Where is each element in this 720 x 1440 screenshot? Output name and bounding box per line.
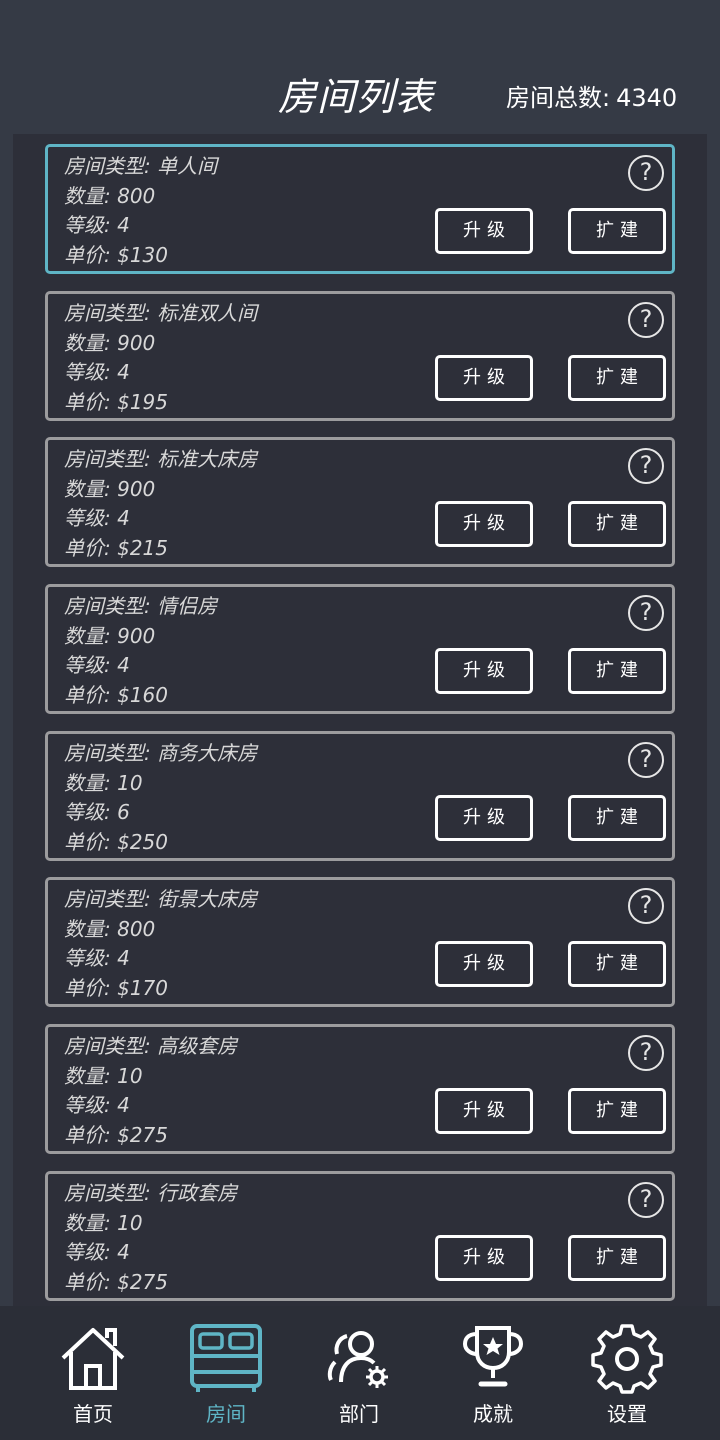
nav-label: 成就 (473, 1402, 513, 1426)
room-price: 单价: $160 (64, 682, 168, 707)
room-info: 房间类型: 街景大床房 数量: 800 等级: 4 单价: $170 (64, 885, 257, 1003)
room-type: 房间类型: 标准双人间 (64, 301, 258, 325)
room-count: 数量: 10 (64, 1063, 143, 1088)
room-card[interactable]: 房间类型: 标准大床房 数量: 900 等级: 4 单价: $215 ? 升级 … (45, 437, 675, 567)
room-info: 房间类型: 情侣房 数量: 900 等级: 4 单价: $160 (64, 592, 217, 710)
room-card[interactable]: 房间类型: 单人间 数量: 800 等级: 4 单价: $130 ? 升级 扩建 (45, 144, 675, 274)
upgrade-button[interactable]: 升级 (435, 648, 533, 694)
room-info: 房间类型: 单人间 数量: 800 等级: 4 单价: $130 (64, 152, 217, 270)
help-icon[interactable]: ? (628, 1182, 664, 1218)
room-count: 数量: 900 (64, 476, 156, 501)
expand-button[interactable]: 扩建 (568, 501, 666, 547)
help-icon[interactable]: ? (628, 448, 664, 484)
room-card[interactable]: 房间类型: 标准双人间 数量: 900 等级: 4 单价: $195 ? 升级 … (45, 291, 675, 421)
expand-button[interactable]: 扩建 (568, 208, 666, 254)
upgrade-button[interactable]: 升级 (435, 208, 533, 254)
room-info: 房间类型: 高级套房 数量: 10 等级: 4 单价: $275 (64, 1032, 237, 1150)
room-card[interactable]: 房间类型: 情侣房 数量: 900 等级: 4 单价: $160 ? 升级 扩建 (45, 584, 675, 714)
room-level: 等级: 4 (64, 506, 130, 530)
room-type: 房间类型: 单人间 (64, 154, 218, 178)
expand-button[interactable]: 扩建 (568, 1235, 666, 1281)
home-icon (61, 1328, 125, 1390)
help-icon[interactable]: ? (628, 155, 664, 191)
room-count: 数量: 10 (64, 770, 143, 795)
room-level: 等级: 4 (64, 213, 130, 237)
nav-item-departments[interactable]: 部门 (299, 1306, 419, 1440)
help-icon[interactable]: ? (628, 888, 664, 924)
room-level: 等级: 4 (64, 360, 130, 384)
expand-button[interactable]: 扩建 (568, 648, 666, 694)
gear-icon (591, 1324, 663, 1394)
room-price: 单价: $275 (64, 1122, 168, 1147)
room-total: 房间总数: 4340 (506, 78, 677, 113)
help-icon[interactable]: ? (628, 1035, 664, 1071)
room-type: 房间类型: 行政套房 (64, 1181, 238, 1205)
room-total-label: 房间总数: (506, 84, 611, 112)
room-level: 等级: 6 (64, 800, 130, 824)
trophy-icon (462, 1326, 524, 1387)
room-total-value: 4340 (616, 84, 678, 112)
nav-item-rooms[interactable]: 房间 (166, 1306, 286, 1440)
help-icon[interactable]: ? (628, 595, 664, 631)
upgrade-button[interactable]: 升级 (435, 941, 533, 987)
nav-item-home[interactable]: 首页 (33, 1306, 153, 1440)
room-info: 房间类型: 行政套房 数量: 10 等级: 4 单价: $275 (64, 1179, 237, 1297)
upgrade-button[interactable]: 升级 (435, 1235, 533, 1281)
room-level: 等级: 4 (64, 1240, 130, 1264)
room-type: 房间类型: 标准大床房 (64, 447, 258, 471)
bottom-nav: 首页 房间 部门 成就 设置 (0, 1306, 720, 1440)
room-price: 单价: $275 (64, 1269, 168, 1294)
room-count: 数量: 900 (64, 330, 156, 355)
room-card[interactable]: 房间类型: 行政套房 数量: 10 等级: 4 单价: $275 ? 升级 扩建 (45, 1171, 675, 1301)
room-info: 房间类型: 标准双人间 数量: 900 等级: 4 单价: $195 (64, 299, 257, 417)
nav-item-settings[interactable]: 设置 (567, 1306, 687, 1440)
expand-button[interactable]: 扩建 (568, 941, 666, 987)
expand-button[interactable]: 扩建 (568, 1088, 666, 1134)
bed-icon (190, 1324, 262, 1392)
nav-label: 房间 (206, 1402, 246, 1426)
upgrade-button[interactable]: 升级 (435, 1088, 533, 1134)
room-type: 房间类型: 商务大床房 (64, 741, 258, 765)
help-icon[interactable]: ? (628, 302, 664, 338)
upgrade-button[interactable]: 升级 (435, 355, 533, 401)
room-price: 单价: $170 (64, 975, 168, 1000)
room-type: 房间类型: 高级套房 (64, 1034, 238, 1058)
help-icon[interactable]: ? (628, 742, 664, 778)
expand-button[interactable]: 扩建 (568, 355, 666, 401)
room-price: 单价: $130 (64, 242, 168, 267)
room-price: 单价: $195 (64, 389, 168, 414)
room-card[interactable]: 房间类型: 高级套房 数量: 10 等级: 4 单价: $275 ? 升级 扩建 (45, 1024, 675, 1154)
room-price: 单价: $215 (64, 535, 168, 560)
upgrade-button[interactable]: 升级 (435, 501, 533, 547)
room-card[interactable]: 房间类型: 街景大床房 数量: 800 等级: 4 单价: $170 ? 升级 … (45, 877, 675, 1007)
room-card[interactable]: 房间类型: 商务大床房 数量: 10 等级: 6 单价: $250 ? 升级 扩… (45, 731, 675, 861)
room-level: 等级: 4 (64, 1093, 130, 1117)
upgrade-button[interactable]: 升级 (435, 795, 533, 841)
room-type: 房间类型: 情侣房 (64, 594, 218, 618)
room-count: 数量: 900 (64, 623, 156, 648)
room-info: 房间类型: 商务大床房 数量: 10 等级: 6 单价: $250 (64, 739, 257, 857)
room-list[interactable]: 房间类型: 单人间 数量: 800 等级: 4 单价: $130 ? 升级 扩建… (13, 134, 707, 1306)
room-count: 数量: 800 (64, 916, 156, 941)
expand-button[interactable]: 扩建 (568, 795, 666, 841)
room-level: 等级: 4 (64, 653, 130, 677)
nav-label: 首页 (73, 1402, 113, 1426)
team-settings-icon (327, 1331, 388, 1388)
room-count: 数量: 800 (64, 183, 156, 208)
nav-label: 部门 (339, 1402, 379, 1426)
header: 房间列表 房间总数: 4340 (0, 0, 720, 134)
nav-label: 设置 (607, 1402, 647, 1426)
page-title: 房间列表 (278, 75, 435, 119)
room-info: 房间类型: 标准大床房 数量: 900 等级: 4 单价: $215 (64, 445, 257, 563)
room-level: 等级: 4 (64, 946, 130, 970)
room-type: 房间类型: 街景大床房 (64, 887, 258, 911)
room-price: 单价: $250 (64, 829, 168, 854)
nav-item-achievements[interactable]: 成就 (433, 1306, 553, 1440)
room-count: 数量: 10 (64, 1210, 143, 1235)
